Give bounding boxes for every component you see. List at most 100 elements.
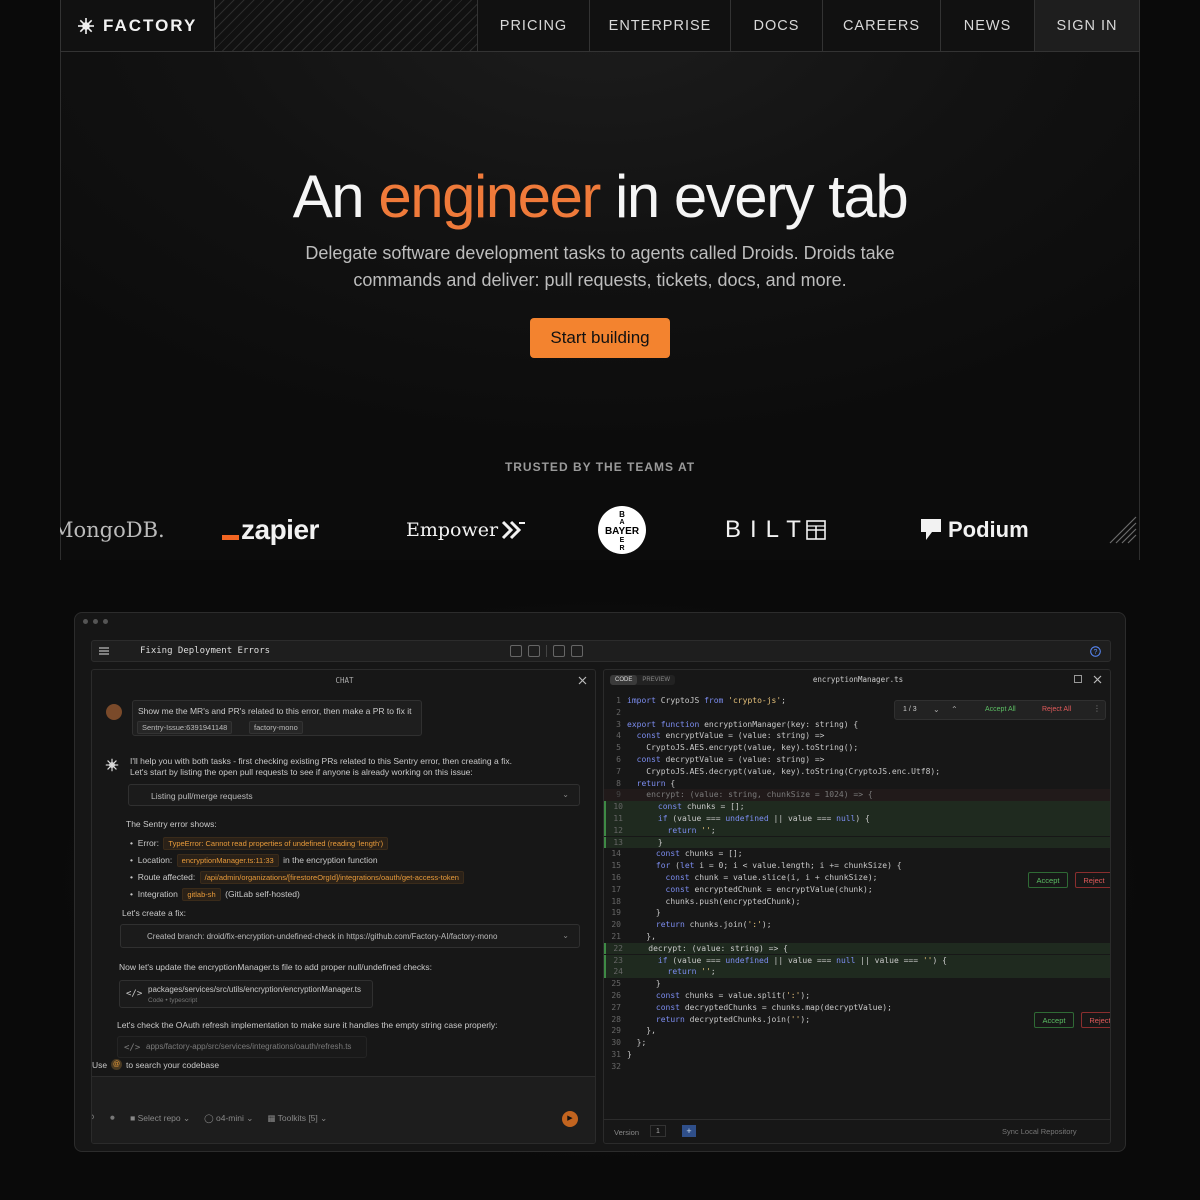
- app-top-bar: Fixing Deployment Errors ?: [91, 640, 1111, 662]
- session-title: Fixing Deployment Errors: [140, 646, 271, 656]
- menu-icon[interactable]: [99, 647, 109, 655]
- reject-button-1[interactable]: Reject: [1075, 872, 1110, 888]
- code-line: 5 CryptoJS.AES.encrypt(value, key).toStr…: [604, 742, 1110, 754]
- chat-header: CHAT: [335, 676, 354, 685]
- file-meta: Code • typescript: [148, 997, 198, 1004]
- line-source: }: [627, 908, 661, 918]
- mongodb-text: MongoDB.: [60, 518, 165, 542]
- terminal-view-icon[interactable]: [510, 645, 522, 657]
- line-number: 9: [616, 790, 621, 800]
- line-number: 4: [616, 731, 621, 741]
- user-avatar: [106, 704, 122, 720]
- input-cursor: [91, 1083, 92, 1093]
- tool-call-label: Listing pull/merge requests: [151, 791, 253, 801]
- line-number: 16: [611, 873, 621, 882]
- bullet-route: • Route affected: /api/admin/organizatio…: [130, 867, 464, 885]
- update-text: Now let's update the encryptionManager.t…: [119, 962, 433, 972]
- code-panel: CODE PREVIEW encryptionManager.ts 1 / 3 …: [603, 669, 1111, 1144]
- line-number: 18: [611, 896, 621, 906]
- sentry-issue-chip[interactable]: Sentry-Issue:6391941148: [137, 721, 233, 734]
- line-number: 28: [611, 1014, 621, 1024]
- code-line: 8 return {: [604, 778, 1110, 790]
- sentry-heading: The Sentry error shows:: [126, 819, 217, 829]
- model-dropdown[interactable]: ◯ o4-mini ⌄: [204, 1113, 253, 1124]
- nav-docs[interactable]: DOCS: [731, 0, 823, 51]
- location-chip[interactable]: encryptionManager.ts:11:33: [176, 854, 279, 867]
- accept-button-2[interactable]: Accept: [1034, 1012, 1074, 1028]
- brand-logo[interactable]: FACTORY: [61, 0, 215, 51]
- empower-chevron-icon: [502, 520, 526, 540]
- toolkits-dropdown[interactable]: ▦ Toolkits [5] ⌄: [267, 1113, 327, 1124]
- line-source: return {: [636, 778, 676, 788]
- nav-news[interactable]: NEWS: [941, 0, 1035, 51]
- line-source: const chunks = [];: [655, 849, 743, 859]
- line-source: }: [627, 1050, 632, 1059]
- start-building-button[interactable]: Start building: [530, 318, 670, 358]
- add-version-icon[interactable]: +: [682, 1125, 696, 1137]
- line-source: encrypt: (value: string, chunkSize = 102…: [627, 790, 873, 800]
- error-chip: TypeError: Cannot read properties of und…: [163, 837, 389, 850]
- line-source: const decryptedChunks = chunks.map(decry…: [655, 1002, 892, 1012]
- send-button[interactable]: ▶: [562, 1111, 578, 1127]
- attach-icon[interactable]: ⚲: [92, 1113, 95, 1124]
- line-source: if (value === undefined || value === nul…: [657, 814, 870, 823]
- mic-icon[interactable]: ⚫: [109, 1113, 117, 1124]
- chat-input[interactable]: ⚲ ⚫ ■ Select repo ⌄ ◯ o4-mini ⌄ ▦ Toolki…: [91, 1076, 595, 1143]
- copy-icon[interactable]: [1074, 675, 1082, 683]
- sync-repo-button[interactable]: Sync Local Repository: [1002, 1127, 1077, 1136]
- code-file-icon: </>: [126, 989, 143, 999]
- nav-hatch-decoration: [215, 0, 478, 51]
- code-line: 22 decrypt: (value: string) => {: [604, 942, 1110, 955]
- code-line: 10 const chunks = [];: [604, 801, 1110, 813]
- line-number: 27: [611, 1002, 621, 1012]
- help-icon[interactable]: ?: [1090, 646, 1101, 657]
- close-code-icon[interactable]: [1093, 675, 1102, 684]
- podium-logo: Podium: [920, 505, 1029, 555]
- nav-pricing[interactable]: PRICING: [478, 0, 590, 51]
- podium-mark-icon: [921, 519, 941, 540]
- svg-text:B: B: [619, 510, 625, 519]
- code-line: 6 const decryptValue = (value: string) =…: [604, 754, 1110, 766]
- line-source: export function encryptionManager(key: s…: [627, 719, 859, 729]
- line-source: CryptoJS.AES.decrypt(value, key).toStrin…: [627, 766, 941, 776]
- file-path-2: apps/factory-app/src/services/integratio…: [146, 1042, 352, 1051]
- code-line: 19 }: [604, 907, 1110, 919]
- nav-sign-in[interactable]: SIGN IN: [1035, 0, 1139, 51]
- top-nav: FACTORY PRICING ENTERPRISE DOCS CAREERS …: [60, 0, 1140, 52]
- tool-call-list-prs[interactable]: Listing pull/merge requests ⌄: [128, 784, 580, 806]
- layers-icon[interactable]: [553, 645, 565, 657]
- line-source: const encryptValue = (value: string) =>: [636, 731, 825, 741]
- code-line: 14 const chunks = [];: [604, 848, 1110, 860]
- line-source: CryptoJS.AES.encrypt(value, key).toStrin…: [627, 743, 859, 753]
- version-select[interactable]: 1: [650, 1125, 666, 1137]
- file-card-encryption[interactable]: </> packages/services/src/utils/encrypti…: [119, 980, 373, 1008]
- line-number: 2: [616, 707, 621, 717]
- document-view-icon[interactable]: [528, 645, 540, 657]
- user-message-text: Show me the MR's and PR's related to thi…: [138, 706, 412, 716]
- file-card-refresh[interactable]: </> apps/factory-app/src/services/integr…: [117, 1036, 367, 1058]
- file-path: packages/services/src/utils/encryption/e…: [148, 985, 361, 994]
- code-line: 21 },: [604, 931, 1110, 943]
- oauth-text: Let's check the OAuth refresh implementa…: [117, 1020, 498, 1030]
- stack-icon[interactable]: [571, 645, 583, 657]
- line-source: return decryptedChunks.join('');: [655, 1014, 811, 1024]
- nav-careers[interactable]: CAREERS: [823, 0, 941, 51]
- repo-chip[interactable]: factory-mono: [249, 721, 303, 734]
- close-chat-icon[interactable]: [578, 676, 587, 685]
- code-line: 3 export function encryptionManager(key: …: [604, 719, 1110, 731]
- select-repo-dropdown[interactable]: ■ Select repo ⌄: [130, 1113, 190, 1124]
- reject-button-2[interactable]: Reject: [1081, 1012, 1110, 1028]
- line-number: 19: [611, 908, 621, 918]
- line-source: const decryptValue = (value: string) =>: [636, 755, 825, 764]
- nav-enterprise[interactable]: ENTERPRISE: [590, 0, 731, 51]
- bayer-logo: BAYER B A E R: [597, 505, 647, 555]
- factory-logo-icon: [78, 17, 94, 34]
- line-number: 22: [613, 943, 623, 953]
- bayer-cross-icon: BAYER B A E R: [598, 506, 646, 554]
- code-file-icon: </>: [124, 1043, 141, 1053]
- line-number: 31: [611, 1050, 621, 1059]
- tool-call-create-branch[interactable]: Created branch: droid/fix-encryption-und…: [120, 924, 580, 948]
- line-number: 3: [616, 719, 621, 729]
- accept-button-1[interactable]: Accept: [1028, 872, 1068, 888]
- droid-reply-1: I'll help you with both tasks - first ch…: [130, 756, 512, 766]
